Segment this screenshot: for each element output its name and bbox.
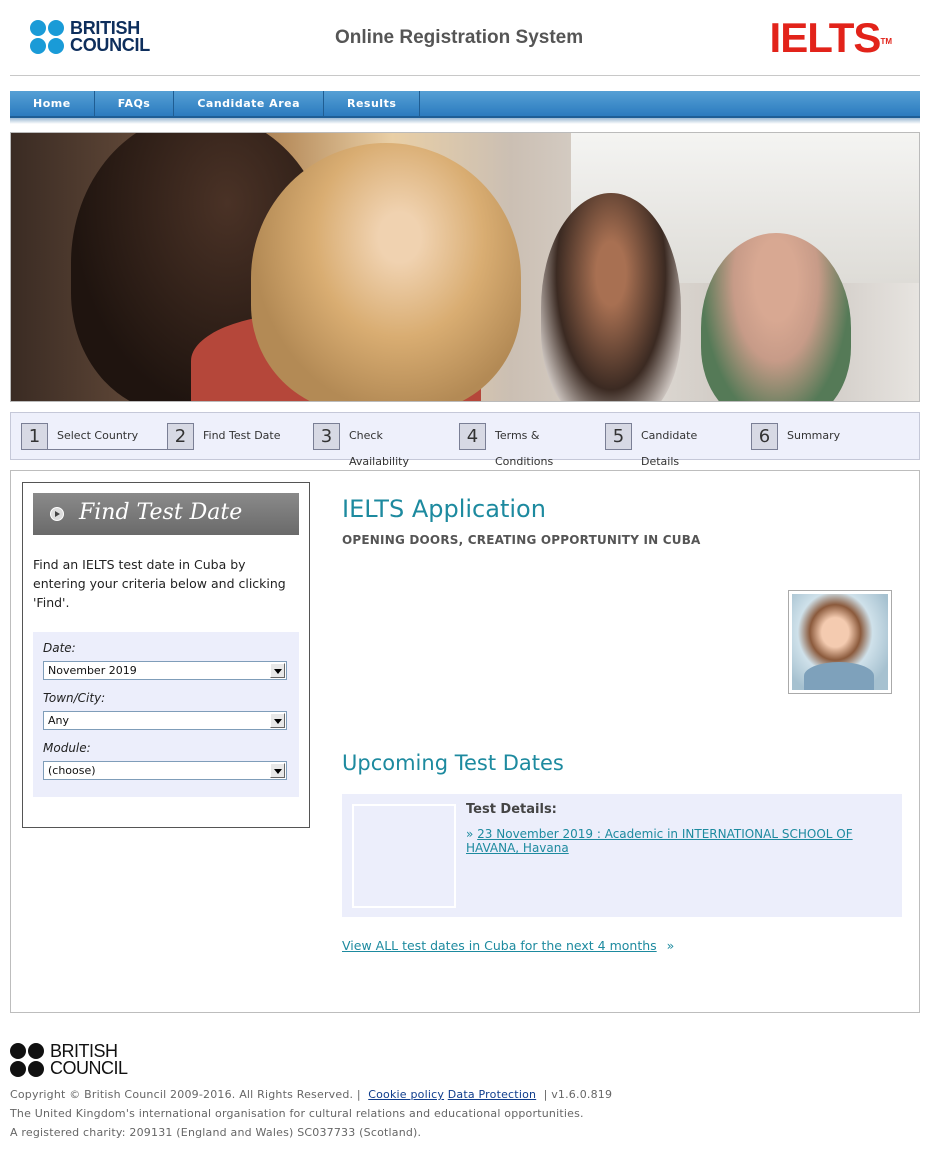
- step-number: 1: [21, 423, 48, 450]
- step-terms-conditions: 4 Terms & Conditions: [459, 423, 605, 468]
- view-all-link[interactable]: View ALL test dates in Cuba for the next…: [342, 938, 657, 953]
- data-protection-link[interactable]: Data Protection: [448, 1088, 536, 1101]
- logo-line-2: COUNCIL: [70, 35, 150, 55]
- cookie-policy-link[interactable]: Cookie policy: [368, 1088, 444, 1101]
- step-number: 3: [313, 423, 340, 450]
- chevron-down-icon[interactable]: [270, 663, 285, 678]
- footer-charity-info: A registered charity: 209131 (England an…: [10, 1126, 422, 1139]
- progress-steps: 1 Select Country 2 Find Test Date 3 Chec…: [10, 412, 920, 468]
- test-details-box: Test Details: » 23 November 2019 : Acade…: [342, 794, 902, 917]
- panel-title: Find Test Date: [79, 500, 243, 525]
- header: BRITISH COUNCIL Online Registration Syst…: [10, 0, 920, 76]
- arrow-icon: »: [666, 938, 675, 953]
- trademark-mark: TM: [880, 37, 892, 46]
- step-number: 4: [459, 423, 486, 450]
- nav-shadow: [10, 118, 920, 124]
- copyright-text: Copyright © British Council 2009-2016. A…: [10, 1088, 361, 1101]
- step-label: Find Test Date: [203, 429, 281, 442]
- ielts-logo-text: IELTS: [769, 14, 882, 61]
- step-candidate-details: 5 Candidate Details: [605, 423, 751, 468]
- woman-on-phone-photo: [788, 590, 892, 694]
- step-number: 2: [167, 423, 194, 450]
- footer-copyright-row: Copyright © British Council 2009-2016. A…: [10, 1088, 612, 1101]
- date-select-value: November 2019: [48, 664, 137, 677]
- town-select-value: Any: [48, 714, 70, 727]
- step-label: Check Availability: [349, 429, 409, 468]
- step-label: Select Country: [57, 429, 139, 442]
- find-test-date-panel: Find Test Date Find an IELTS test date i…: [22, 482, 310, 828]
- page: BRITISH COUNCIL Online Registration Syst…: [0, 0, 930, 1152]
- nav-results[interactable]: Results: [324, 91, 421, 116]
- module-label: Module:: [43, 741, 91, 755]
- test-date-link[interactable]: 23 November 2019 : Academic in INTERNATI…: [466, 827, 853, 855]
- step-find-test-date: 2 Find Test Date: [167, 423, 313, 451]
- logo-dots-icon: [10, 1043, 44, 1077]
- play-icon: [50, 507, 64, 521]
- banner-image: [10, 132, 920, 402]
- test-date-entry: » 23 November 2019 : Academic in INTERNA…: [466, 827, 886, 855]
- town-select[interactable]: Any: [43, 711, 287, 730]
- test-thumbnail: [352, 804, 456, 908]
- step-select-country: 1 Select Country: [21, 423, 167, 451]
- nav-home[interactable]: Home: [10, 91, 95, 116]
- module-select[interactable]: (choose): [43, 761, 287, 780]
- view-all-row: View ALL test dates in Cuba for the next…: [342, 938, 674, 953]
- bullet-icon: »: [466, 827, 474, 841]
- step-label: Terms & Conditions: [495, 429, 554, 468]
- module-select-value: (choose): [48, 764, 96, 777]
- step-label: Candidate Details: [641, 429, 698, 468]
- upcoming-test-dates-heading: Upcoming Test Dates: [342, 751, 564, 775]
- british-council-logo[interactable]: BRITISH COUNCIL: [30, 19, 150, 55]
- nav-candidate-area[interactable]: Candidate Area: [174, 91, 324, 116]
- chevron-down-icon[interactable]: [270, 763, 285, 778]
- nav-faqs[interactable]: FAQs: [95, 91, 175, 116]
- search-form: Date: November 2019 Town/City: Any Modul…: [33, 632, 299, 797]
- town-label: Town/City:: [43, 691, 106, 705]
- main-content: Find Test Date Find an IELTS test date i…: [10, 470, 920, 1013]
- step-number: 5: [605, 423, 632, 450]
- page-title: IELTS Application: [342, 495, 546, 523]
- ielts-logo[interactable]: IELTSTM: [770, 16, 892, 60]
- panel-description: Find an IELTS test date in Cuba by enter…: [33, 557, 286, 610]
- main-nav: Home FAQs Candidate Area Results: [10, 91, 920, 118]
- date-label: Date:: [43, 641, 76, 655]
- site-title: Online Registration System: [335, 27, 584, 48]
- step-check-availability: 3 Check Availability: [313, 423, 459, 468]
- test-details-label: Test Details:: [466, 802, 557, 817]
- step-label: Summary: [787, 429, 841, 442]
- footer-org-description: The United Kingdom's international organ…: [10, 1107, 584, 1120]
- chevron-down-icon[interactable]: [270, 713, 285, 728]
- logo-dots-icon: [30, 20, 64, 54]
- step-summary: 6 Summary: [751, 423, 897, 451]
- version-text: | v1.6.0.819: [543, 1088, 613, 1101]
- panel-header: Find Test Date: [33, 493, 299, 535]
- footer-british-council-logo[interactable]: BRITISH COUNCIL: [10, 1042, 128, 1078]
- footer-logo-line-2: COUNCIL: [50, 1058, 128, 1078]
- step-number: 6: [751, 423, 778, 450]
- date-select[interactable]: November 2019: [43, 661, 287, 680]
- page-subtitle: OPENING DOORS, CREATING OPPORTUNITY IN C…: [342, 533, 701, 547]
